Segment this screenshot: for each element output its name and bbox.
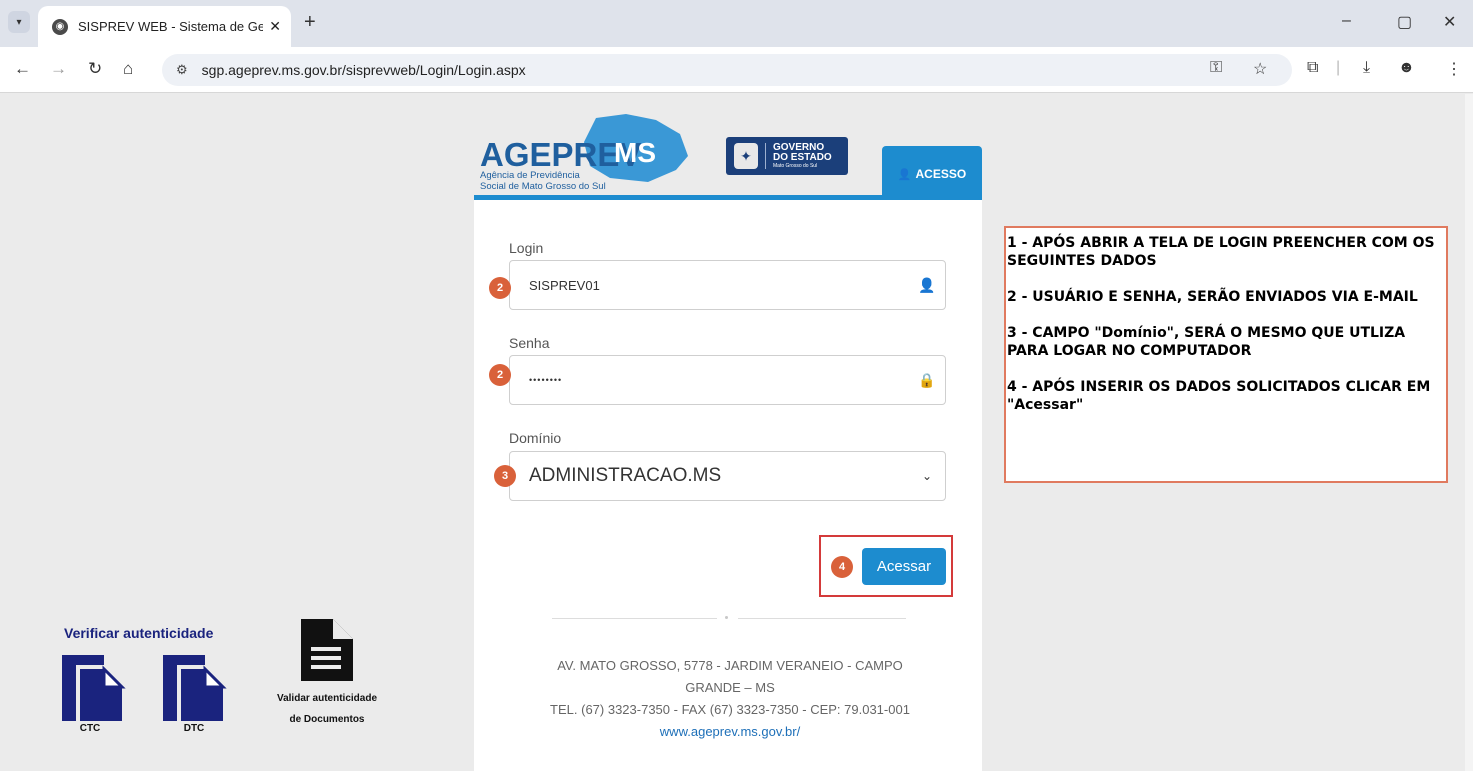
- bookmark-star-icon[interactable]: ☆: [1253, 59, 1267, 79]
- footer-divider-right: [738, 618, 906, 619]
- browser-tab-active[interactable]: ◉ SISPREV WEB - Sistema de Gest ✕: [38, 6, 291, 47]
- gov-line-2: DO ESTADO: [773, 151, 832, 163]
- validate-documents-label[interactable]: Validar autenticidade de Documentos: [262, 688, 392, 730]
- gov-line-3: Mato Grosso do Sul: [773, 162, 818, 169]
- ctc-document-icon[interactable]: [62, 655, 126, 721]
- gov-line-1: GOVERNO: [773, 141, 825, 153]
- login-input[interactable]: SISPREV01 👤: [509, 260, 946, 310]
- download-icon[interactable]: ⤓: [1363, 59, 1370, 77]
- home-icon[interactable]: ⌂: [123, 58, 133, 80]
- password-key-icon[interactable]: ⚿: [1210, 59, 1222, 77]
- menu-kebab-icon[interactable]: ⋮: [1446, 59, 1462, 79]
- address-line-2: GRANDE – MS: [685, 680, 775, 695]
- site-settings-icon[interactable]: ⚙: [176, 62, 188, 78]
- scrollbar-track[interactable]: [1465, 94, 1473, 771]
- footer-divider-left: [552, 618, 717, 619]
- reload-icon[interactable]: ↻: [88, 58, 102, 80]
- tab-close-icon[interactable]: ✕: [269, 18, 281, 35]
- logo-subtitle-1: Agência de Previdência: [480, 170, 581, 181]
- chevron-down-icon: ⌄: [921, 469, 933, 483]
- badge-separator: [765, 143, 766, 169]
- extensions-icon[interactable]: ⧉: [1307, 59, 1318, 77]
- password-input[interactable]: •••••••• 🔒: [509, 355, 946, 405]
- acessar-button[interactable]: Acessar: [862, 548, 946, 585]
- acesso-tab[interactable]: 👤 ACESSO: [882, 146, 982, 198]
- new-tab-icon[interactable]: +: [304, 12, 316, 32]
- dominio-label: Domínio: [509, 430, 562, 446]
- senha-label: Senha: [509, 335, 550, 351]
- browser-tabbar: ▾ ◉ SISPREV WEB - Sistema de Gest ✕ + – …: [0, 0, 1473, 47]
- ctc-label[interactable]: CTC: [62, 723, 118, 734]
- governo-ms-badge: ✦ GOVERNO DO ESTADO Mato Grosso do Sul: [726, 137, 848, 175]
- step-badge-login: 2: [489, 277, 511, 299]
- footer-divider-dot: [725, 616, 728, 619]
- ageprev-logo: AGEPREV MS Agência de Previdência Social…: [478, 112, 718, 198]
- user-icon: 👤: [897, 168, 912, 181]
- lock-icon: 🔒: [918, 371, 936, 388]
- user-icon: 👤: [918, 276, 936, 293]
- forward-arrow-icon[interactable]: →: [50, 58, 67, 80]
- instruction-4: 4 - APÓS INSERIR OS DADOS SOLICITADOS CL…: [1007, 379, 1431, 413]
- minimize-icon[interactable]: –: [1342, 12, 1351, 30]
- login-value: SISPREV01: [529, 277, 600, 293]
- globe-icon: ◉: [52, 18, 68, 35]
- dominio-value: ADMINISTRACAO.MS: [529, 465, 722, 486]
- validate-documents-line-2: de Documentos: [289, 714, 365, 725]
- address-bar[interactable]: ⚙ sgp.ageprev.ms.gov.br/sisprevweb/Login…: [162, 54, 1292, 86]
- instruction-3: 3 - CAMPO "Domínio", SERÁ O MESMO QUE UT…: [1007, 325, 1406, 359]
- verify-title: Verificar autenticidade: [64, 625, 214, 641]
- footer-address: AV. MATO GROSSO, 5778 - JARDIM VERANEIO …: [520, 655, 940, 743]
- instruction-1: 1 - APÓS ABRIR A TELA DE LOGIN PREENCHER…: [1007, 235, 1435, 269]
- file-text-icon[interactable]: [301, 619, 353, 681]
- password-value: ••••••••: [529, 375, 563, 385]
- step-badge-dominio: 3: [494, 465, 516, 487]
- toolbar-separator: |: [1336, 59, 1341, 76]
- instruction-2: 2 - USUÁRIO E SENHA, SERÃO ENVIADOS VIA …: [1007, 289, 1418, 305]
- step-badge-senha: 2: [489, 364, 511, 386]
- dominio-select[interactable]: ADMINISTRACAO.MS ⌄: [509, 451, 946, 501]
- tab-title: SISPREV WEB - Sistema de Gest: [78, 19, 264, 34]
- logo-subtitle-2: Social de Mato Grosso do Sul: [480, 181, 606, 192]
- login-label: Login: [509, 240, 544, 256]
- instructions-box: 1 - APÓS ABRIR A TELA DE LOGIN PREENCHER…: [1004, 226, 1448, 483]
- tab-search-chevron-icon[interactable]: ▾: [8, 11, 30, 33]
- logo-ms: MS: [614, 137, 656, 168]
- acesso-tab-label: ACESSO: [915, 167, 967, 181]
- window-close-icon[interactable]: ✕: [1443, 12, 1456, 32]
- dtc-document-icon[interactable]: [163, 655, 227, 721]
- website-link[interactable]: www.ageprev.ms.gov.br/: [520, 721, 940, 743]
- state-crest-icon: ✦: [734, 143, 758, 169]
- restore-icon[interactable]: ▢: [1397, 12, 1412, 32]
- browser-toolbar: ← → ↻ ⌂ ⚙ sgp.ageprev.ms.gov.br/sisprevw…: [0, 47, 1473, 93]
- dtc-label[interactable]: DTC: [166, 723, 222, 734]
- back-arrow-icon[interactable]: ←: [14, 58, 31, 80]
- step-badge-submit: 4: [831, 556, 853, 578]
- address-line-1: AV. MATO GROSSO, 5778 - JARDIM VERANEIO …: [557, 658, 903, 673]
- ageprev-logo-graphic: AGEPREV MS Agência de Previdência Social…: [480, 114, 688, 192]
- validate-documents-line-1: Validar autenticidade: [276, 693, 378, 704]
- profile-avatar-icon[interactable]: ☻: [1398, 59, 1415, 77]
- phone-line: TEL. (67) 3323-7350 - FAX (67) 3323-7350…: [550, 702, 910, 717]
- url-text: sgp.ageprev.ms.gov.br/sisprevweb/Login/L…: [201, 62, 526, 78]
- header-accent-bar: [474, 195, 982, 200]
